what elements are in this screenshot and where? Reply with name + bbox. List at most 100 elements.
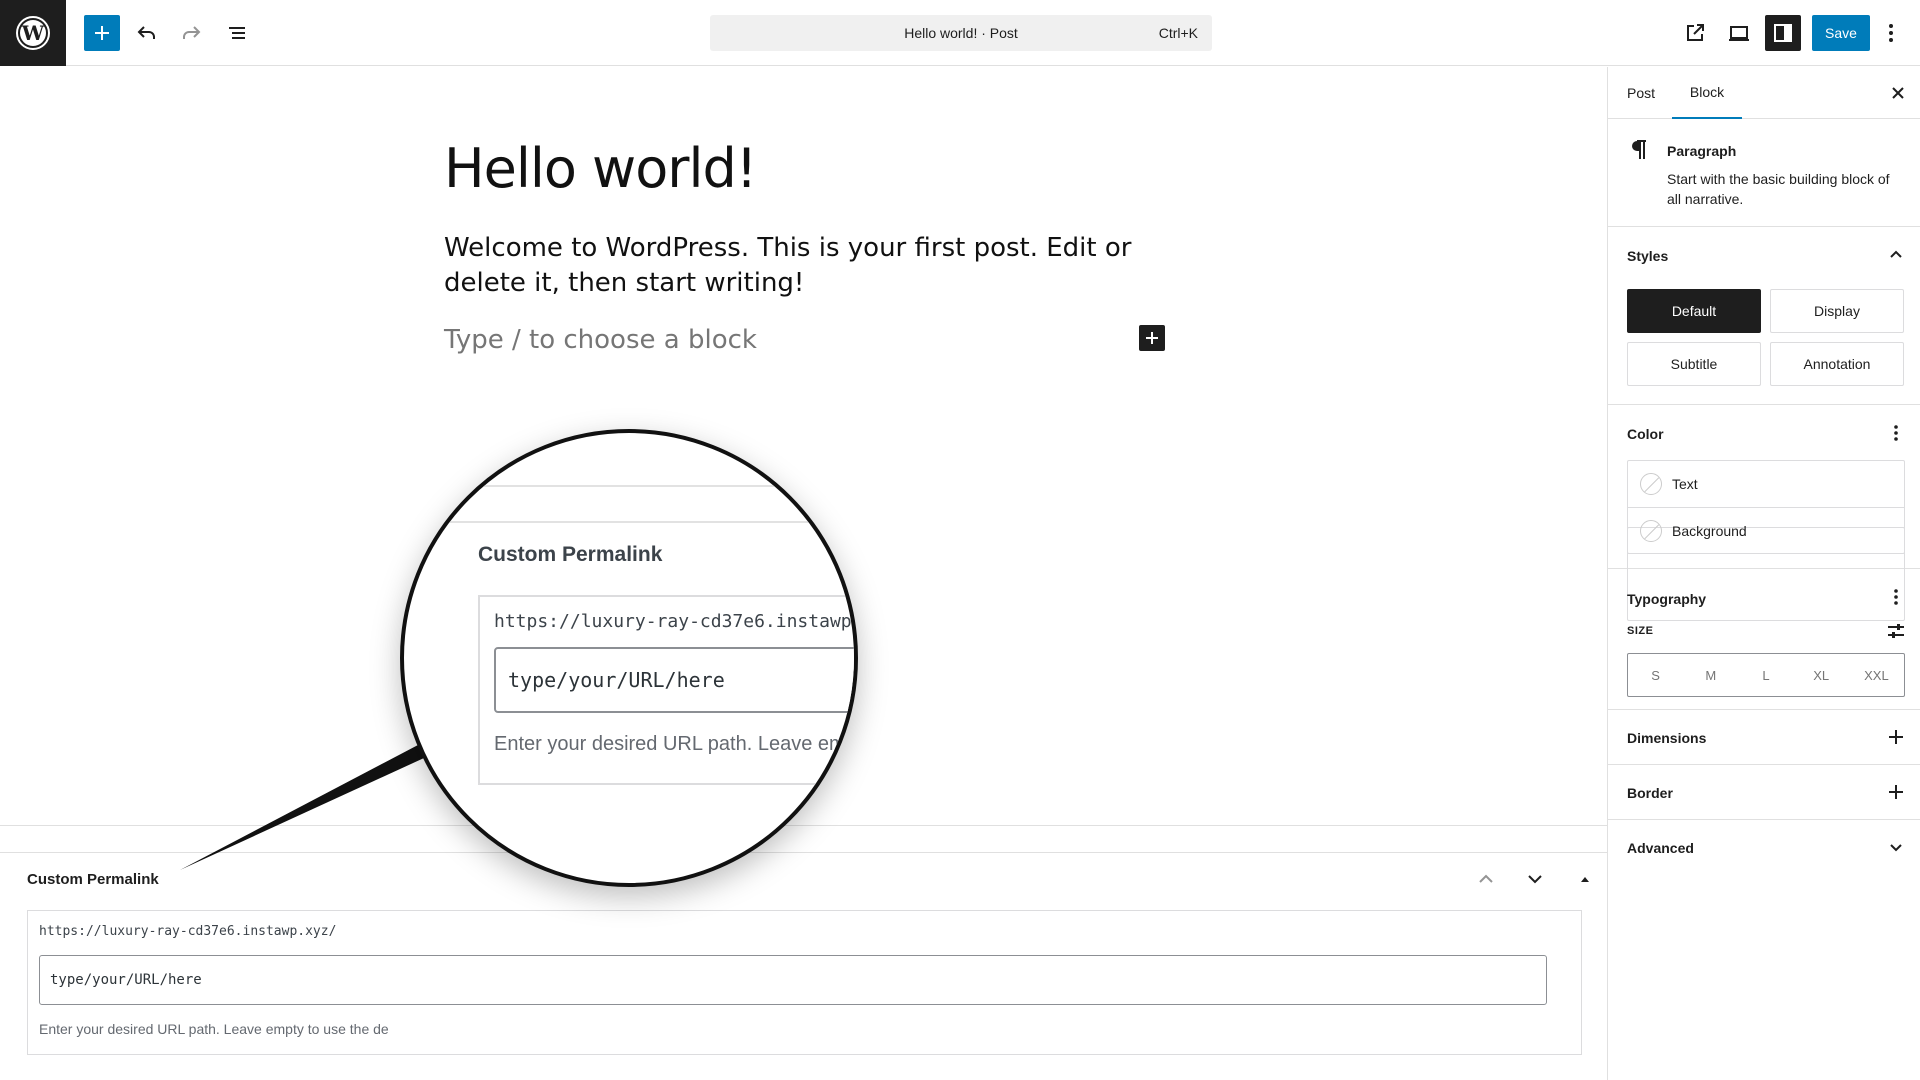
close-icon (1892, 87, 1904, 99)
settings-sliders-icon (1888, 624, 1904, 638)
paragraph-block[interactable]: Welcome to WordPress. This is your first… (444, 231, 1164, 301)
style-default-button[interactable]: Default (1627, 289, 1761, 333)
chevron-down-icon (1528, 875, 1542, 884)
style-subtitle-button[interactable]: Subtitle (1627, 342, 1761, 386)
typography-panel-title: Typography (1627, 591, 1707, 607)
more-vertical-icon (1894, 589, 1898, 605)
magnified-divider (404, 485, 854, 487)
more-vertical-icon (1889, 24, 1893, 42)
paragraph-icon (1632, 140, 1646, 159)
caret-up-icon (1581, 877, 1589, 882)
plus-icon (1889, 785, 1903, 799)
color-options-button[interactable] (1884, 421, 1908, 445)
wordpress-icon: W (16, 16, 50, 50)
command-palette-bar[interactable]: Hello world! · Post Ctrl+K (710, 15, 1212, 51)
options-menu-button[interactable] (1876, 15, 1906, 51)
undo-button[interactable] (129, 15, 165, 51)
chevron-down-icon (1890, 844, 1902, 852)
background-color-option[interactable]: Background (1628, 507, 1904, 553)
add-border-button[interactable] (1884, 780, 1908, 804)
close-sidebar-button[interactable] (1886, 81, 1910, 105)
block-card: Paragraph Start with the basic building … (1608, 119, 1920, 227)
collapse-styles-button[interactable] (1884, 243, 1908, 267)
preview-button[interactable] (1721, 15, 1757, 51)
advanced-panel: Advanced (1608, 820, 1920, 875)
plus-icon (1146, 332, 1158, 344)
expand-advanced-button[interactable] (1884, 835, 1908, 859)
color-options-list: Text Background (1627, 460, 1905, 554)
style-annotation-button[interactable]: Annotation (1770, 342, 1904, 386)
external-link-icon (1687, 24, 1704, 41)
move-up-button[interactable] (1474, 867, 1498, 891)
permalink-help-text: Enter your desired URL path. Leave empty… (39, 1021, 389, 1037)
border-panel: Border (1608, 765, 1920, 820)
magnified-permalink-input (494, 647, 854, 713)
permalink-input[interactable] (39, 955, 1547, 1005)
magnified-divider (404, 521, 854, 523)
style-display-button[interactable]: Display (1770, 289, 1904, 333)
more-vertical-icon (1894, 425, 1898, 441)
chevron-up-icon (1890, 250, 1902, 258)
editor-toolbar: W Hello world! · Post Ctrl+K Save (0, 0, 1920, 66)
magnified-metabox-title: Custom Permalink (478, 543, 663, 566)
redo-icon (183, 26, 201, 39)
add-dimensions-button[interactable] (1884, 725, 1908, 749)
custom-size-button[interactable] (1884, 619, 1908, 643)
magnified-help-text: Enter your desired URL path. Leave empt (494, 733, 858, 755)
redo-button[interactable] (173, 15, 209, 51)
magnifier-callout: Custom Permalink https://luxury-ray-cd37… (400, 429, 858, 887)
sidebar-tabs: Post Block (1608, 67, 1920, 119)
text-color-option[interactable]: Text (1628, 461, 1904, 507)
move-down-button[interactable] (1523, 867, 1547, 891)
magnified-permalink-prefix: https://luxury-ray-cd37e6.instawp. (494, 611, 858, 632)
plus-icon (95, 26, 109, 40)
post-title[interactable]: Hello world! (444, 137, 757, 200)
dimensions-panel-title: Dimensions (1627, 730, 1707, 746)
font-size-picker: S M L XL XXL (1627, 653, 1905, 697)
chevron-up-icon (1479, 874, 1493, 883)
color-panel-title: Color (1627, 426, 1664, 442)
styles-panel: Styles Default Display Subtitle Annotati… (1608, 227, 1920, 405)
size-option-xl[interactable]: XL (1794, 654, 1849, 696)
size-label: SIZE (1627, 625, 1654, 637)
size-option-l[interactable]: L (1738, 654, 1793, 696)
desktop-preview-icon (1729, 26, 1749, 41)
list-view-icon (229, 27, 245, 39)
typography-options-button[interactable] (1884, 585, 1908, 609)
settings-sidebar: Post Block Paragraph Start with the basi… (1607, 67, 1920, 1080)
styles-panel-title[interactable]: Styles (1627, 248, 1668, 264)
color-swatch-icon (1640, 519, 1662, 542)
document-overview-button[interactable] (219, 15, 255, 51)
save-button[interactable]: Save (1812, 15, 1870, 51)
permalink-prefix: https://luxury-ray-cd37e6.instawp.xyz/ (39, 924, 337, 939)
size-option-xxl[interactable]: XXL (1849, 654, 1904, 696)
custom-permalink-metabox: https://luxury-ray-cd37e6.instawp.xyz/ E… (27, 910, 1582, 1055)
svg-text:W: W (21, 21, 45, 45)
magnified-metabox-body: https://luxury-ray-cd37e6.instawp. Enter… (478, 595, 858, 785)
toggle-panel-button[interactable] (1573, 867, 1597, 891)
border-panel-title: Border (1627, 785, 1673, 801)
size-option-s[interactable]: S (1628, 654, 1683, 696)
color-swatch-icon (1640, 473, 1662, 495)
undo-icon (137, 26, 155, 39)
wordpress-logo[interactable]: W (0, 0, 66, 66)
block-description: Start with the basic building block of a… (1667, 171, 1890, 207)
metabox-title: Custom Permalink (27, 871, 159, 888)
size-option-m[interactable]: M (1683, 654, 1738, 696)
settings-sidebar-toggle[interactable] (1765, 15, 1801, 51)
block-name: Paragraph (1667, 143, 1737, 159)
advanced-panel-title[interactable]: Advanced (1627, 840, 1694, 856)
keyboard-shortcut: Ctrl+K (1158, 25, 1198, 41)
sidebar-toggle-icon (1774, 24, 1792, 42)
inline-add-block-button[interactable] (1139, 325, 1165, 351)
background-color-label: Background (1672, 522, 1747, 539)
tab-post[interactable]: Post (1627, 67, 1655, 119)
plus-icon (1889, 730, 1903, 744)
block-placeholder[interactable]: Type / to choose a block (444, 325, 757, 355)
text-color-label: Text (1672, 476, 1698, 492)
typography-panel: Typography SIZE S M L XL XXL (1608, 569, 1920, 710)
document-title: Hello world! · Post (904, 25, 1018, 41)
tab-block[interactable]: Block (1672, 67, 1742, 119)
view-post-button[interactable] (1677, 15, 1713, 51)
add-block-button[interactable] (84, 15, 120, 51)
